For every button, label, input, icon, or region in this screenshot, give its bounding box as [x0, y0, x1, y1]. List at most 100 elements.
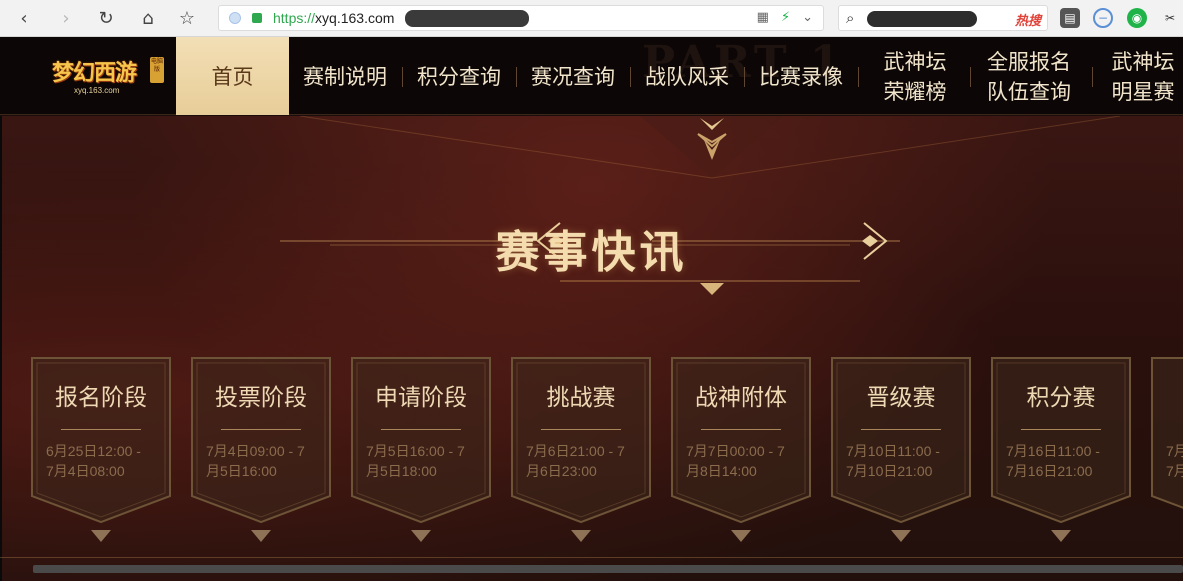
stage-time: 7月16日11:00 - 7月16日21:00 — [1006, 441, 1120, 481]
stage-time: 6月25日12:00 - 7月4日08:00 — [46, 441, 160, 481]
eye-extension-icon[interactable]: ◉ — [1127, 8, 1147, 28]
stage-time-line1: 7月6日21:00 - 7 — [526, 443, 625, 459]
url-text: https://xyq.163.com — [273, 10, 394, 26]
stage-card[interactable]: 投票阶段 7月4日09:00 - 7 月5日16:00 — [190, 356, 332, 542]
stage-title: 报名阶段 — [55, 385, 147, 411]
nav-divider — [516, 67, 517, 87]
nav-stars-line2: 明星赛 — [1111, 80, 1175, 104]
lightning-icon[interactable]: ⚡ — [781, 10, 790, 25]
nav-matches[interactable]: 赛况查询 — [528, 37, 618, 115]
stage-title: 晋级赛 — [866, 385, 936, 411]
stage-divider — [701, 429, 781, 430]
stage-title: 挑战赛 — [546, 385, 616, 411]
stage-divider — [541, 429, 621, 430]
nav-stars-line1: 武神坛 — [1111, 50, 1175, 74]
browser-search-box[interactable]: ⌕ 热搜 — [838, 5, 1048, 31]
logo-domain: xyq.163.com — [74, 86, 120, 95]
back-arrow-icon[interactable]: ‹ — [12, 6, 36, 30]
stage-time-line2: 7月4日08:00 — [46, 463, 125, 479]
stage-title: 战神附体 — [695, 385, 787, 411]
home-icon[interactable]: ⌂ — [136, 6, 160, 30]
nav-honor-line1: 武神坛 — [883, 50, 947, 74]
stage-divider — [861, 429, 941, 430]
stage-time-line2: 7月10日21:00 — [846, 463, 933, 479]
stage-card[interactable]: 积分赛 7月16日11:00 - 7月16日21:00 — [990, 356, 1132, 542]
stage-time-line1: 7月10日11:00 - — [846, 443, 940, 459]
address-bar[interactable]: https://xyq.163.com ▦ ⚡ ⌄ — [218, 5, 824, 31]
stage-arrow-icon — [1051, 530, 1071, 542]
nav-teams[interactable]: 战队风采 — [642, 37, 732, 115]
stage-time: 7月10日11:00 - 7月10日21:00 — [846, 441, 960, 481]
stage-arrow-icon — [251, 530, 271, 542]
nav-honor-line2: 荣耀榜 — [883, 80, 947, 104]
stage-title: 投票阶段 — [215, 385, 307, 411]
nav-divider — [402, 67, 403, 87]
stage-time: 7月6日21:00 - 7 月6日23:00 — [526, 441, 640, 481]
url-host: xyq.163.com — [315, 10, 395, 26]
stage-time-line1: 7月16日11:00 - — [1006, 443, 1100, 459]
chevron-down-icon[interactable]: ⌄ — [802, 10, 813, 25]
search-icon: ⌕ — [846, 9, 855, 27]
logo-text: 梦幻西游 — [52, 60, 137, 86]
redacted-search-text — [867, 11, 977, 27]
top-chevron-ornament — [299, 116, 1121, 179]
stage-divider — [61, 429, 141, 430]
stage-time-line2: 月5日18:00 — [366, 463, 437, 479]
nav-rules[interactable]: 赛制说明 — [300, 37, 390, 115]
main-content: 赛事快讯 报名阶段 6月25日12:00 - 7月4日08:00 投票阶段 7月… — [0, 116, 1183, 581]
stage-time-line2: 7月 — [1166, 463, 1183, 479]
stage-card[interactable]: 报名阶段 6月25日12:00 - 7月4日08:00 — [30, 356, 172, 542]
stage-time-line1: 6月25日12:00 - — [46, 443, 141, 459]
scissors-icon[interactable]: ✂ — [1160, 8, 1180, 28]
stage-card[interactable]: 战神附体 7月7日00:00 - 7 月8日14:00 — [670, 356, 812, 542]
stage-time-line2: 7月16日21:00 — [1006, 463, 1093, 479]
stage-divider — [1021, 429, 1101, 430]
site-info-icon[interactable] — [229, 12, 241, 24]
nav-points[interactable]: 积分查询 — [414, 37, 504, 115]
stage-card[interactable]: 申请阶段 7月5日16:00 - 7 月5日18:00 — [350, 356, 492, 542]
forward-arrow-icon[interactable]: › — [54, 6, 78, 30]
nav-signup-query[interactable]: 全服报名 队伍查询 — [982, 47, 1076, 107]
nav-divider — [744, 67, 745, 87]
reload-icon[interactable]: ↻ — [94, 6, 118, 30]
nav-videos[interactable]: 比赛录像 — [756, 37, 846, 115]
bottom-divider — [0, 557, 1183, 558]
stage-time-line1: 7月 — [1166, 443, 1183, 459]
nav-stars[interactable]: 武神坛 明星赛 — [1106, 47, 1180, 107]
stage-time-line2: 月8日14:00 — [686, 463, 757, 479]
hot-search-label[interactable]: 热搜 — [1015, 10, 1041, 29]
secure-lock-icon — [252, 13, 262, 23]
stage-divider — [221, 429, 301, 430]
nav-honor[interactable]: 武神坛 荣耀榜 — [874, 47, 956, 107]
stage-arrow-icon — [571, 530, 591, 542]
nav-divider — [970, 67, 971, 87]
minus-extension-icon[interactable]: − — [1093, 8, 1113, 28]
stage-card[interactable]: 挑战赛 7月6日21:00 - 7 月6日23:00 — [510, 356, 652, 542]
site-logo[interactable]: 梦幻西游 xyq.163.com 电脑版 — [52, 51, 164, 99]
stage-time-line2: 月5日16:00 — [206, 463, 277, 479]
stage-arrow-icon — [731, 530, 751, 542]
stage-time: 7月4日09:00 - 7 月5日16:00 — [206, 441, 320, 481]
stage-card-partial[interactable]: 7月 7月 — [1150, 356, 1183, 526]
horizontal-scrollbar[interactable] — [33, 565, 1183, 573]
logo-tag: 电脑版 — [150, 57, 164, 83]
nav-divider — [630, 67, 631, 87]
reader-extension-icon[interactable]: ▤ — [1060, 8, 1080, 28]
browser-toolbar: ‹ › ↻ ⌂ ☆ https://xyq.163.com ▦ ⚡ ⌄ ⌕ 热搜… — [0, 0, 1183, 37]
nav-divider — [858, 67, 859, 87]
qr-code-icon[interactable]: ▦ — [757, 10, 769, 25]
stage-divider — [381, 429, 461, 430]
stage-title: 积分赛 — [1026, 385, 1096, 411]
stage-time: 7月7日00:00 - 7 月8日14:00 — [686, 441, 800, 481]
stage-time-line1: 7月7日00:00 - 7 — [686, 443, 785, 459]
nav-signup-line1: 全服报名 — [987, 50, 1071, 74]
url-scheme: https:// — [273, 10, 316, 26]
star-bookmark-icon[interactable]: ☆ — [175, 6, 199, 30]
stage-card[interactable]: 晋级赛 7月10日11:00 - 7月10日21:00 — [830, 356, 972, 542]
section-title: 赛事快讯 — [495, 227, 688, 278]
stage-arrow-icon — [411, 530, 431, 542]
nav-divider — [1092, 67, 1093, 87]
stage-time-line1: 7月4日09:00 - 7 — [206, 443, 305, 459]
nav-home[interactable]: 首页 — [176, 37, 289, 115]
nav-signup-line2: 队伍查询 — [987, 80, 1071, 104]
